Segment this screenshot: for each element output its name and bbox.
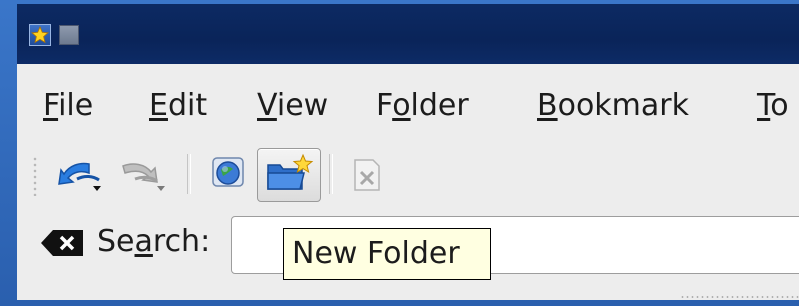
menu-file[interactable]: File <box>43 88 93 124</box>
window-menu-icon[interactable] <box>59 25 79 45</box>
delete-icon <box>343 159 393 206</box>
menu-bookmark[interactable]: Bookmark <box>537 88 689 124</box>
tooltip-text: New Folder <box>292 236 460 271</box>
clear-search-icon[interactable] <box>39 228 85 262</box>
forward-arrow-icon <box>117 163 179 206</box>
status-grip <box>680 296 799 298</box>
star-icon[interactable] <box>29 24 51 46</box>
window-frame: File Edit View Folder Bookmark To Search… <box>0 0 799 306</box>
menu-bar: File Edit View Folder Bookmark To <box>17 76 799 136</box>
title-bar[interactable] <box>17 4 799 64</box>
globe-icon <box>199 157 255 206</box>
toolbar <box>17 146 799 204</box>
toolbar-separator <box>329 154 333 194</box>
new-folder-icon <box>258 153 320 205</box>
back-arrow-icon <box>55 162 117 206</box>
delete-button[interactable] <box>343 146 393 202</box>
menu-edit[interactable]: Edit <box>149 88 207 124</box>
menu-view[interactable]: View <box>257 88 328 124</box>
forward-button[interactable] <box>117 146 179 202</box>
menu-folder[interactable]: Folder <box>376 88 469 124</box>
menu-tools[interactable]: To <box>757 88 789 124</box>
globe-button[interactable] <box>199 146 255 202</box>
new-folder-button[interactable] <box>257 148 321 202</box>
search-label: Search: <box>97 224 211 259</box>
back-button[interactable] <box>55 146 117 202</box>
toolbar-grip[interactable] <box>32 156 38 196</box>
tooltip: New Folder <box>283 228 491 280</box>
toolbar-separator <box>187 154 191 194</box>
